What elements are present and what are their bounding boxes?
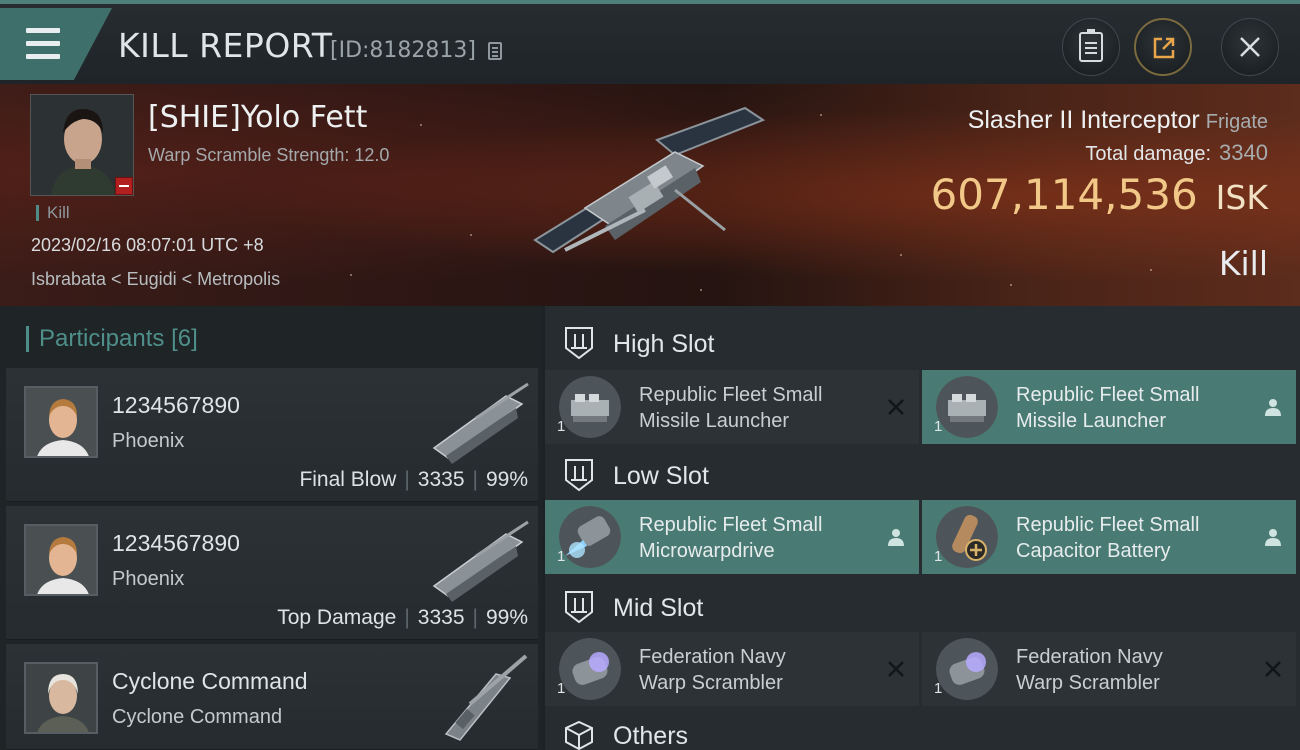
participant-row[interactable]: 1234567890 Phoenix Top Damage | 3335 | 99% [6,506,538,640]
microwarpdrive-icon [559,506,621,568]
report-id: [ID:8182813] [330,38,476,63]
warp-scramble-strength: Warp Scramble Strength: 12.0 [148,145,390,165]
high-slot-icon [565,327,593,360]
participant-ship-image [444,654,528,741]
participant-avatar [24,524,98,596]
mid-slot-icon [565,591,593,624]
victim-name[interactable]: [SHIE]Yolo Fett [148,100,367,135]
participant-percent: 99% [485,468,528,491]
isk-unit: ISK [1215,178,1268,217]
clipboard-button[interactable] [1062,18,1120,76]
high-slot-label: High Slot [613,330,715,358]
item-quantity: 1 [557,680,566,697]
item-name: Republic Fleet Small Missile Launcher [1016,384,1200,432]
participant-percent: 99% [485,606,528,629]
participant-avatar [24,386,98,458]
hostile-badge [115,177,133,195]
kill-timestamp: 2023/02/16 08:07:01 UTC +8 [31,235,264,255]
low-slot-icon [565,459,593,492]
hamburger-icon[interactable] [22,26,64,62]
participant-ship: Phoenix [112,430,185,452]
participant-role: Top Damage [277,606,397,629]
victim-ship-name[interactable]: Slasher II Interceptor [968,106,1200,134]
participant-name: 1234567890 [112,530,240,556]
low-slot-header: Low Slot [545,444,1300,504]
total-damage-line: Total damage: 3340 [1085,140,1268,166]
isk-value: 607,114,536 [930,170,1198,219]
high-slot-header: High Slot [545,312,1300,372]
item-quantity: 1 [934,680,943,697]
mid-slot-label: Mid Slot [613,594,704,622]
share-button[interactable] [1134,18,1192,76]
header-bar: KILL REPORT [ID:8182813] [0,0,1300,84]
total-damage-value: 3340 [1219,140,1268,165]
participants-count: [6] [171,325,198,352]
participants-panel: Participants [6] 1234567890 Phoenix Fina… [0,306,542,750]
clipboard-icon [1079,29,1103,62]
total-damage-label: Total damage: [1085,143,1212,165]
kill-tag: Kill [36,204,70,221]
victim-ship-line: Slasher II Interceptor Frigate [968,106,1268,135]
participant-ship-image [432,382,529,464]
page-title: KILL REPORT [118,26,333,65]
participant-avatar [24,662,98,734]
participant-ship: Cyclone Command [112,706,283,728]
participant-name: Cyclone Command [112,668,308,694]
fitting-item[interactable]: 1 Republic Fleet Small Capacitor Battery [922,500,1296,574]
item-quantity: 1 [934,418,943,435]
victim-ship-class: Frigate [1205,111,1268,133]
item-name: Federation Navy Warp Scrambler [1016,646,1163,694]
warp-scrambler-icon [559,638,621,700]
item-quantity: 1 [557,418,566,435]
participant-stats: Top Damage | 3335 | 99% [277,606,528,629]
capacitor-battery-icon [936,506,998,568]
person-icon [1265,529,1281,546]
person-icon [1265,399,1281,416]
fitting-item[interactable]: 1 Republic Fleet Small Microwarpdrive [545,500,919,574]
mid-slot-header: Mid Slot [545,576,1300,636]
participant-row[interactable]: Cyclone Command Cyclone Command [6,644,538,750]
item-name: Republic Fleet Small Missile Launcher [639,384,823,432]
participant-damage: 3335 [417,468,465,491]
destroyed-x-icon [888,661,904,677]
close-button[interactable] [1221,18,1279,76]
warp-scrambler-icon [936,638,998,700]
participant-damage: 3335 [417,606,465,629]
copy-icon[interactable] [488,42,502,60]
isk-value-line: 607,114,536 ISK [930,170,1268,219]
destroyed-x-icon [888,399,904,415]
fitting-item[interactable]: 1 Republic Fleet Small Missile Launcher [545,370,919,444]
participant-name: 1234567890 [112,392,240,418]
destroyed-x-icon [1265,661,1281,677]
fitting-item[interactable]: 1 Federation Navy Warp Scrambler [922,632,1296,706]
item-quantity: 1 [557,548,566,565]
kill-location[interactable]: Isbrabata < Eugidi < Metropolis [31,269,280,290]
fitting-item[interactable]: 1 Republic Fleet Small Missile Launcher [922,370,1296,444]
participant-ship-image [432,520,529,602]
victim-banner: [SHIE]Yolo Fett Warp Scramble Strength: … [0,84,1300,306]
low-slot-label: Low Slot [613,462,709,490]
close-icon [1240,37,1260,57]
missile-launcher-icon [559,376,621,438]
participant-stats: Final Blow | 3335 | 99% [299,468,528,491]
participants-header: Participants [6] [26,326,198,352]
participant-ship: Phoenix [112,568,185,590]
item-name: Federation Navy Warp Scrambler [639,646,786,694]
participants-label: Participants [39,325,165,352]
fitting-panel: High Slot 1 Republic Fleet Small Missile … [545,306,1300,750]
others-header: Others [545,706,1300,750]
item-quantity: 1 [934,548,943,565]
share-icon [1153,37,1175,59]
others-label: Others [613,722,689,750]
missile-launcher-icon [936,376,998,438]
item-name: Republic Fleet Small Capacitor Battery [1016,514,1200,562]
person-icon [888,529,904,546]
participant-role: Final Blow [299,468,397,491]
cargo-box-icon [565,720,593,750]
fitting-item[interactable]: 1 Federation Navy Warp Scrambler [545,632,919,706]
victim-ship-image [533,106,766,254]
participant-row[interactable]: 1234567890 Phoenix Final Blow | 3335 | 99% [6,368,538,502]
kill-result: Kill [1218,244,1268,283]
item-name: Republic Fleet Small Microwarpdrive [639,514,823,562]
